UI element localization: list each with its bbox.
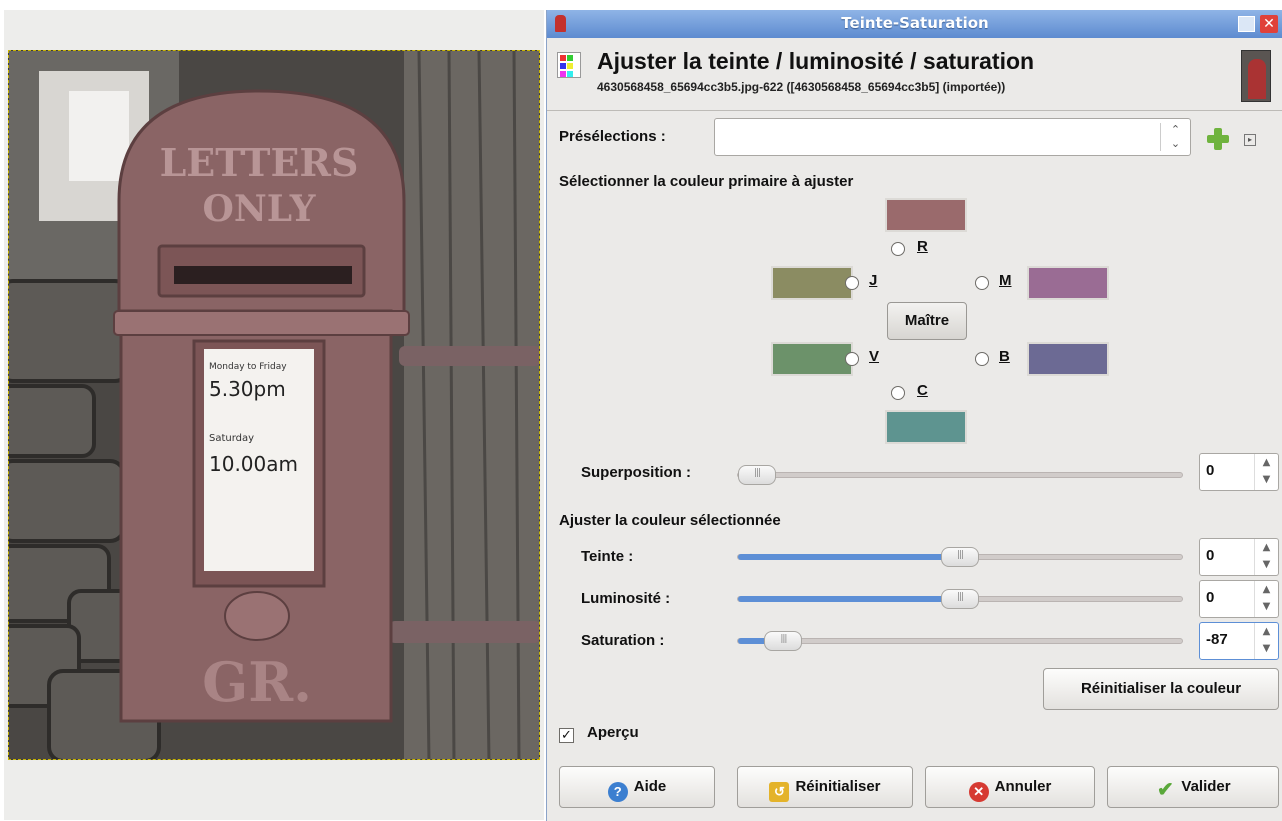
notice-days: Monday to Friday — [209, 362, 287, 372]
chevron-updown-icon: ⌃ ⌄ — [1160, 123, 1190, 151]
ok-button-label: Valider — [1181, 778, 1231, 795]
cancel-button-label: Annuler — [994, 778, 1052, 795]
checkmark-icon: ✔ — [1157, 779, 1174, 801]
close-icon[interactable]: ✕ — [1260, 15, 1278, 33]
dialog-subheading: 4630568458_65694cc3b5.jpg-622 ([46305684… — [597, 80, 1006, 94]
reset-button-label: Réinitialiser — [795, 778, 881, 795]
hue-saturation-tool-icon — [557, 52, 581, 78]
spin-arrows-icon[interactable]: ▲ ▼ — [1254, 539, 1278, 575]
mailbox-text-only: ONLY — [203, 188, 317, 230]
notice-saturday: Saturday — [209, 433, 254, 444]
window-titlebar[interactable]: Teinte-Saturation ✕ — [547, 10, 1282, 38]
swatch-red — [885, 198, 967, 232]
window-title: Teinte-Saturation — [841, 14, 989, 32]
overlap-value: 0 — [1206, 462, 1215, 479]
lightness-value: 0 — [1206, 589, 1215, 606]
swatch-green — [771, 342, 853, 376]
dialog-heading: Ajuster la teinte / luminosité / saturat… — [597, 48, 1035, 74]
presets-label: Présélections : — [559, 128, 666, 145]
cancel-button[interactable]: ✕ Annuler — [925, 766, 1095, 808]
lightness-slider[interactable] — [737, 589, 1183, 609]
notice-time-saturday: 10.00am — [209, 452, 298, 476]
cancel-icon: ✕ — [968, 782, 989, 802]
hue-slider[interactable] — [737, 547, 1183, 567]
radio-blue-label: B — [999, 348, 1010, 365]
overlap-label: Superposition : — [581, 464, 691, 481]
lightness-slider-fill — [738, 596, 960, 602]
hue-saturation-dialog: Teinte-Saturation ✕ Ajuster la teinte / … — [546, 10, 1282, 821]
presets-combobox[interactable]: ⌃ ⌄ — [714, 118, 1191, 156]
primary-color-heading: Sélectionner la couleur primaire à ajust… — [559, 173, 854, 190]
radio-yellow[interactable] — [845, 276, 859, 290]
image-thumbnail — [1241, 50, 1271, 102]
mailbox-text-letters: LETTERS — [160, 140, 359, 185]
reset-color-button[interactable]: Réinitialiser la couleur — [1043, 668, 1279, 710]
saturation-value: -87 — [1206, 631, 1228, 648]
radio-green[interactable] — [845, 352, 859, 366]
image-canvas-area: LETTERS ONLY Monday to Friday 5.30pm Sat… — [0, 0, 544, 821]
header-separator — [547, 110, 1282, 111]
swatch-cyan — [885, 410, 967, 444]
preview-checkbox[interactable]: ✓ — [559, 728, 574, 743]
spin-arrows-icon[interactable]: ▲ ▼ — [1254, 454, 1278, 490]
swatch-magenta — [1027, 266, 1109, 300]
radio-green-label: V — [869, 348, 880, 365]
radio-magenta-label: M — [999, 272, 1012, 289]
hue-spinbox[interactable]: 0 ▲ ▼ — [1199, 538, 1279, 576]
help-icon: ? — [607, 782, 628, 802]
spin-arrows-icon[interactable]: ▲ ▼ — [1254, 581, 1278, 617]
notice-time-weekday: 5.30pm — [209, 377, 286, 401]
radio-blue[interactable] — [975, 352, 989, 366]
preview-label: Aperçu — [587, 724, 639, 741]
swatch-yellow — [771, 266, 853, 300]
hue-slider-fill — [738, 554, 960, 560]
ok-button[interactable]: ✔ Valider — [1107, 766, 1279, 808]
saturation-slider-handle[interactable] — [764, 631, 803, 651]
overlap-slider-handle[interactable] — [738, 465, 776, 485]
hue-value: 0 — [1206, 547, 1215, 564]
adjust-heading: Ajuster la couleur sélectionnée — [559, 512, 781, 529]
mailbox-cipher: GR. — [202, 650, 312, 714]
saturation-label: Saturation : — [581, 632, 665, 649]
reset-button[interactable]: ↺ Réinitialiser — [737, 766, 913, 808]
postbox-photo: LETTERS ONLY Monday to Friday 5.30pm Sat… — [9, 51, 539, 759]
overlap-slider[interactable] — [737, 465, 1183, 485]
saturation-spinbox[interactable]: -87 ▲ ▼ — [1199, 622, 1279, 660]
radio-cyan-label: C — [917, 382, 928, 399]
swatch-blue — [1027, 342, 1109, 376]
help-button-label: Aide — [633, 778, 667, 795]
master-button[interactable]: Maître — [887, 302, 967, 340]
radio-yellow-label: J — [869, 272, 878, 289]
lightness-spinbox[interactable]: 0 ▲ ▼ — [1199, 580, 1279, 618]
lightness-label: Luminosité : — [581, 590, 671, 607]
reset-icon: ↺ — [769, 782, 790, 802]
image-canvas[interactable]: LETTERS ONLY Monday to Friday 5.30pm Sat… — [8, 50, 540, 760]
hue-label: Teinte : — [581, 548, 634, 565]
radio-magenta[interactable] — [975, 276, 989, 290]
radio-cyan[interactable] — [891, 386, 905, 400]
radio-red[interactable] — [891, 242, 905, 256]
spin-arrows-icon[interactable]: ▲ ▼ — [1254, 623, 1278, 659]
overlap-spinbox[interactable]: 0 ▲ ▼ — [1199, 453, 1279, 491]
maximize-icon[interactable] — [1238, 16, 1255, 32]
hue-slider-handle[interactable] — [941, 547, 979, 567]
help-button[interactable]: ? Aide — [559, 766, 715, 808]
add-preset-icon[interactable] — [1207, 128, 1229, 150]
radio-red-label: R — [917, 238, 928, 255]
saturation-slider[interactable] — [737, 631, 1183, 651]
preset-menu-icon[interactable]: ▸ — [1244, 134, 1256, 146]
lightness-slider-handle[interactable] — [941, 589, 979, 609]
